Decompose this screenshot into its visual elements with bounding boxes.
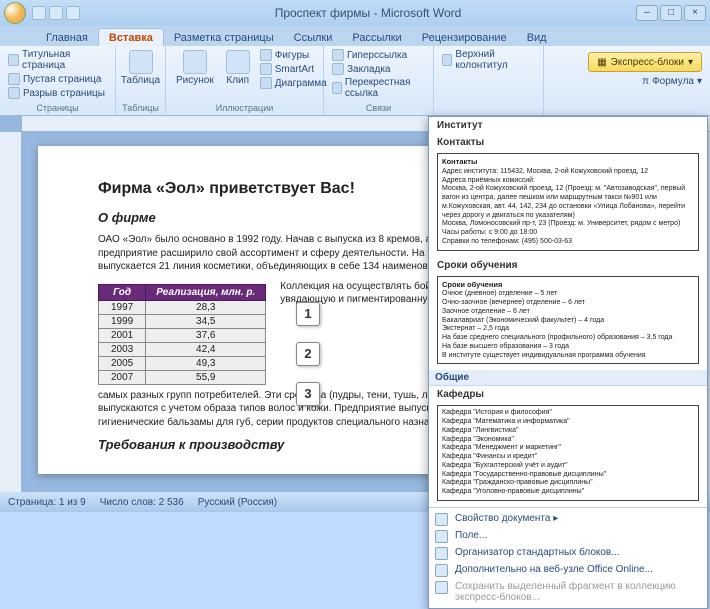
save-icon (435, 581, 448, 594)
chevron-down-icon: ▾ (688, 57, 693, 68)
data-table: ГодРеализация, млн. р. 199728,3 199934,5… (98, 284, 266, 385)
minimize-button[interactable]: – (636, 5, 658, 21)
field-icon (435, 530, 448, 543)
page-icon (8, 54, 19, 66)
menu-document-property[interactable]: Свойство документа ▸ (429, 510, 707, 527)
ribbon-tabs: Главная Вставка Разметка страницы Ссылки… (0, 26, 710, 46)
shapes-icon (260, 49, 272, 61)
gallery-preview[interactable]: Кафедра "История и философия" Кафедра "М… (437, 405, 699, 501)
picture-button[interactable]: Рисунок (172, 48, 218, 88)
smartart-icon (260, 63, 272, 75)
undo-icon[interactable] (49, 6, 63, 20)
ribbon: Титульная страница Пустая страница Разры… (0, 46, 710, 116)
maximize-button[interactable]: □ (660, 5, 682, 21)
page-icon (8, 73, 20, 85)
tab-mailings[interactable]: Рассылки (342, 29, 411, 46)
quick-access-toolbar (32, 6, 80, 20)
property-icon (435, 513, 448, 526)
cover-page-button[interactable]: Титульная страница (6, 48, 109, 72)
crossref-button[interactable]: Перекрестная ссылка (330, 76, 427, 100)
gallery-section: Общие (429, 370, 707, 386)
blank-page-button[interactable]: Пустая страница (6, 72, 109, 86)
save-icon[interactable] (32, 6, 46, 20)
chart-button[interactable]: Диаграмма (258, 76, 329, 90)
table-row: 200137,6 (99, 328, 266, 342)
blocks-icon: ▦ (597, 57, 606, 68)
header-button[interactable]: Верхний колонтитул (440, 48, 537, 72)
table-row: 199728,3 (99, 300, 266, 314)
tab-view[interactable]: Вид (517, 29, 557, 46)
tab-layout[interactable]: Разметка страницы (164, 29, 284, 46)
page-indicator[interactable]: Страница: 1 из 9 (8, 497, 86, 508)
callout-3: 3 (296, 382, 320, 406)
crossref-icon (332, 82, 342, 94)
office-button[interactable] (4, 2, 26, 24)
gallery-menu: Свойство документа ▸ Поле... Организатор… (429, 507, 707, 608)
hyperlink-button[interactable]: Гиперссылка (330, 48, 427, 62)
tab-home[interactable]: Главная (36, 29, 98, 46)
menu-office-online[interactable]: Дополнительно на веб-узле Office Online.… (429, 561, 707, 578)
clip-icon (226, 50, 250, 74)
chart-icon (260, 77, 272, 89)
table-row: 200755,9 (99, 370, 266, 384)
tab-references[interactable]: Ссылки (284, 29, 343, 46)
language-indicator[interactable]: Русский (Россия) (198, 497, 277, 508)
menu-field[interactable]: Поле... (429, 527, 707, 544)
gallery-item[interactable]: Контакты (429, 134, 707, 151)
menu-building-blocks[interactable]: Организатор стандартных блоков... (429, 544, 707, 561)
callout-2: 2 (296, 342, 320, 366)
table-icon (129, 50, 153, 74)
header-icon (442, 54, 452, 66)
picture-icon (183, 50, 207, 74)
quick-parts-button[interactable]: ▦ Экспресс-блоки▾ (588, 52, 702, 72)
window-title: Проспект фирмы - Microsoft Word (100, 6, 636, 20)
callout-1: 1 (296, 302, 320, 326)
table-row: 200549,3 (99, 356, 266, 370)
bookmark-icon (332, 63, 344, 75)
tab-review[interactable]: Рецензирование (412, 29, 517, 46)
menu-save-selection: Сохранить выделенный фрагмент в коллекци… (429, 578, 707, 606)
break-icon (8, 87, 20, 99)
title-bar: Проспект фирмы - Microsoft Word – □ × (0, 0, 710, 26)
table-button[interactable]: Таблица (122, 48, 159, 88)
smartart-button[interactable]: SmartArt (258, 62, 329, 76)
clip-button[interactable]: Клип (222, 48, 254, 88)
gallery-item[interactable]: Институт (429, 117, 707, 134)
close-button[interactable]: × (684, 5, 706, 21)
redo-icon[interactable] (66, 6, 80, 20)
link-icon (332, 49, 344, 61)
gallery-item[interactable]: Кафедры (429, 386, 707, 403)
table-row: 199934,5 (99, 314, 266, 328)
globe-icon (435, 564, 448, 577)
gallery-item[interactable]: Сроки обучения (429, 257, 707, 274)
gallery-preview[interactable]: КонтактыАдрес института: 115432, Москва,… (437, 153, 699, 251)
bookmark-button[interactable]: Закладка (330, 62, 427, 76)
quick-parts-gallery: Институт Контакты КонтактыАдрес институт… (428, 116, 708, 609)
gallery-preview[interactable]: Сроки обученияОчное (дневное) отделение … (437, 276, 699, 365)
page-break-button[interactable]: Разрыв страницы (6, 86, 109, 100)
shapes-button[interactable]: Фигуры (258, 48, 329, 62)
vertical-ruler[interactable] (0, 132, 22, 492)
word-count[interactable]: Число слов: 2 536 (100, 497, 184, 508)
tab-insert[interactable]: Вставка (98, 28, 164, 46)
organizer-icon (435, 547, 448, 560)
equation-button[interactable]: π Формула ▾ (642, 76, 702, 87)
table-row: 200342,4 (99, 342, 266, 356)
